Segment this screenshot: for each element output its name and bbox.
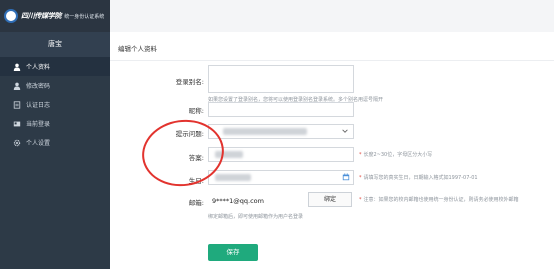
save-button[interactable]: 保存 [208, 244, 258, 261]
redacted-value [223, 128, 307, 135]
chevron-down-icon [342, 129, 348, 133]
birthday-hint: 请填写您的真实生日，日期输入格式如1997-07-01 [359, 174, 478, 181]
sidebar-item-current-login[interactable]: 当前登录 [0, 114, 110, 133]
nickname-input[interactable] [208, 102, 354, 117]
bind-email-button[interactable]: 绑定 [308, 192, 352, 207]
document-icon [12, 100, 21, 109]
sidebar: 唐宝 个人资料 修改密码 认证日志 当前登录 个人设置 [0, 32, 110, 269]
security-question-select[interactable] [208, 124, 354, 139]
answer-hint: 长度2~30位，字母区分大小写 [359, 151, 433, 158]
redacted-value [215, 174, 251, 181]
page-title: 编辑个人资料 [118, 45, 157, 53]
divider [110, 60, 554, 61]
sidebar-item-label: 当前登录 [26, 121, 51, 128]
sidebar-item-change-password[interactable]: 修改密码 [0, 76, 110, 95]
sidebar-item-personal-settings[interactable]: 个人设置 [0, 133, 110, 152]
login-alias-label: 登录别名: [175, 78, 204, 86]
page: 四川传媒学院 统一身份认证系统 唐宝 个人资料 修改密码 认证日志 当前登录 个… [0, 0, 554, 269]
sidebar-item-label: 个人设置 [26, 140, 51, 147]
email-hint-line1: 注意：如果您的校内邮箱也使用统一身份认证，则请务必使用校外邮箱 [359, 196, 519, 203]
sidebar-item-label: 个人资料 [26, 64, 51, 71]
user-icon [12, 62, 21, 71]
nickname-label: 昵称: [188, 107, 204, 115]
brand: 四川传媒学院 统一身份认证系统 [0, 0, 110, 32]
sidebar-item-auth-log[interactable]: 认证日志 [0, 95, 110, 114]
email-hint-line2: 绑定邮箱后，即可使用邮箱作为用户名登录 [208, 214, 304, 220]
sidebar-item-profile[interactable]: 个人资料 [0, 57, 110, 76]
main-content: 编辑个人资料 登录别名: 如果您设置了登录别名，您将可以使用登录别名登录系统。多… [110, 32, 554, 269]
sidebar-item-label: 认证日志 [26, 102, 51, 109]
birthday-input[interactable] [208, 170, 354, 185]
login-alias-input[interactable] [208, 65, 354, 93]
email-label: 邮箱: [188, 199, 204, 207]
email-value: 9****1@qq.com [212, 197, 264, 205]
top-bar: 四川传媒学院 统一身份认证系统 [0, 0, 554, 32]
school-logo-icon [4, 9, 18, 23]
answer-input[interactable] [208, 147, 354, 162]
lock-user-icon [12, 81, 21, 90]
calendar-icon[interactable] [342, 173, 350, 181]
login-icon [12, 119, 21, 128]
sidebar-user-name: 唐宝 [0, 32, 110, 57]
gear-icon [12, 138, 21, 147]
school-name: 四川传媒学院 [21, 11, 62, 20]
sidebar-item-label: 修改密码 [26, 83, 51, 90]
system-name: 统一身份认证系统 [64, 13, 105, 20]
